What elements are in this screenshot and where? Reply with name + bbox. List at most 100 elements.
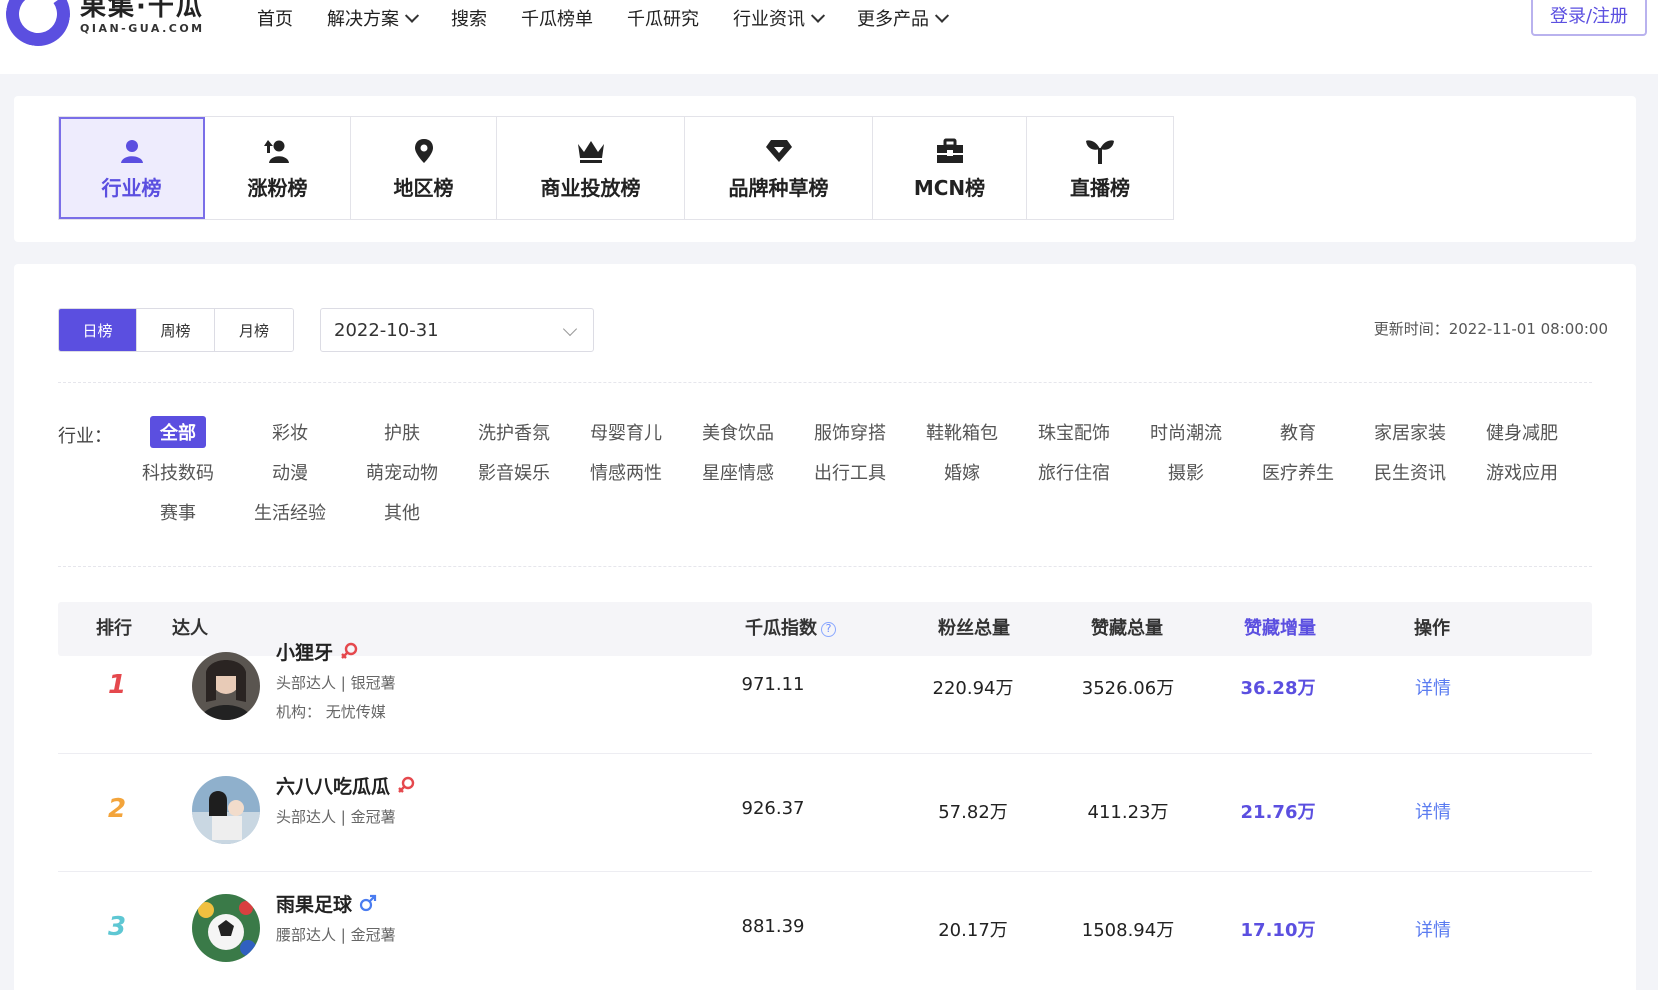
- industry-option-label: 美食饮品: [702, 423, 774, 444]
- industry-option-label: 民生资讯: [1374, 463, 1446, 484]
- industry-option[interactable]: 彩妆: [234, 416, 346, 448]
- rank-type-card: 行业榜 涨粉榜 地区榜 商业投放榜 品牌种草榜 MCN榜 直播榜: [14, 96, 1636, 242]
- logo[interactable]: 果集·千瓜 QIAN-GUA.COM: [0, 0, 205, 52]
- industry-label: 行业：: [58, 426, 112, 447]
- nav-item-3[interactable]: 千瓜榜单: [504, 6, 610, 34]
- industry-option[interactable]: 赛事: [122, 496, 234, 528]
- industry-option[interactable]: 洗护香氛: [458, 416, 570, 448]
- chevron-down-icon: [934, 8, 950, 23]
- industry-option[interactable]: 教育: [1242, 416, 1354, 448]
- industry-option[interactable]: 生活经验: [234, 496, 346, 528]
- industry-option-label: 动漫: [272, 463, 308, 484]
- rank-tab-0[interactable]: 行业榜: [59, 117, 205, 219]
- kol-name[interactable]: 小狸牙: [276, 638, 359, 666]
- industry-option[interactable]: 护肤: [346, 416, 458, 448]
- industry-option[interactable]: 影音娱乐: [458, 456, 570, 488]
- divider: [58, 566, 1592, 567]
- industry-option[interactable]: 全部: [122, 416, 234, 448]
- industry-option-label: 洗护香氛: [478, 423, 550, 444]
- chevron-down-icon: [810, 8, 826, 23]
- nav-item-1[interactable]: 解决方案: [310, 6, 434, 34]
- industry-option-label: 教育: [1280, 423, 1316, 444]
- industry-option[interactable]: 家居家装: [1354, 416, 1466, 448]
- period-button-2[interactable]: 月榜: [215, 309, 293, 351]
- table-row[interactable]: 1 小狸牙 头部达人 | 银冠薯 机构： 无忧传媒 971.11 220.94万 3526.…: [58, 620, 1592, 754]
- industry-option[interactable]: 星座情感: [682, 456, 794, 488]
- industry-option[interactable]: 鞋靴箱包: [906, 416, 1018, 448]
- login-register-button[interactable]: 登录/注册: [1531, 0, 1647, 36]
- likes-total: 3526.06万: [1081, 678, 1175, 699]
- avatar[interactable]: [192, 776, 260, 844]
- nav-item-4[interactable]: 千瓜研究: [610, 6, 716, 34]
- industry-option-label: 医疗养生: [1262, 463, 1334, 484]
- qiangua-index: 971.11: [741, 674, 805, 695]
- female-icon: [339, 641, 359, 666]
- likes-growth: 17.10万: [1240, 920, 1316, 941]
- industry-option[interactable]: 萌宠动物: [346, 456, 458, 488]
- rank-tab-1[interactable]: 涨粉榜: [205, 117, 351, 219]
- industry-option[interactable]: 情感两性: [570, 456, 682, 488]
- likes-growth: 21.76万: [1240, 802, 1316, 823]
- industry-option-label: 其他: [384, 503, 420, 524]
- rank-tab-6[interactable]: 直播榜: [1027, 117, 1173, 219]
- industry-option[interactable]: 其他: [346, 496, 458, 528]
- nav-item-label: 更多产品: [857, 9, 929, 30]
- nav-item-6[interactable]: 更多产品: [840, 6, 964, 34]
- nav-item-5[interactable]: 行业资讯: [716, 6, 840, 34]
- industry-option[interactable]: 健身减肥: [1466, 416, 1578, 448]
- industry-option-label: 健身减肥: [1486, 423, 1558, 444]
- rank-tab-4[interactable]: 品牌种草榜: [685, 117, 873, 219]
- date-picker[interactable]: 2022-10-31: [320, 308, 594, 352]
- industry-option[interactable]: 民生资讯: [1354, 456, 1466, 488]
- diamond-icon: [764, 136, 794, 166]
- industry-option-label: 全部: [150, 416, 206, 448]
- detail-link[interactable]: 详情: [1393, 674, 1473, 700]
- kol-level: 头部达人 | 银冠薯: [276, 674, 396, 692]
- industry-option[interactable]: 动漫: [234, 456, 346, 488]
- avatar[interactable]: [192, 894, 260, 962]
- industry-option[interactable]: 游戏应用: [1466, 456, 1578, 488]
- kol-name[interactable]: 六八八吃瓜瓜: [276, 772, 416, 800]
- industry-option[interactable]: 出行工具: [794, 456, 906, 488]
- rank-tab-2[interactable]: 地区榜: [351, 117, 497, 219]
- kol-level: 头部达人 | 金冠薯: [276, 808, 396, 826]
- rank-tab-3[interactable]: 商业投放榜: [497, 117, 685, 219]
- table-row[interactable]: 3 雨果足球 腰部达人 | 金冠薯 881.39 20.17万 1508.94万 17.10…: [58, 872, 1592, 990]
- logo-en: QIAN-GUA.COM: [80, 22, 205, 35]
- industry-option-label: 情感两性: [590, 463, 662, 484]
- avatar[interactable]: [192, 652, 260, 720]
- table-row[interactable]: 2 六八八吃瓜瓜 头部达人 | 金冠薯 926.37 57.82万 411.23万 21.7…: [58, 754, 1592, 872]
- likes-total: 411.23万: [1087, 802, 1169, 823]
- period-toggle: 日榜 周榜 月榜: [58, 308, 294, 352]
- industry-option-label: 家居家装: [1374, 423, 1446, 444]
- fans-total: 57.82万: [938, 802, 1008, 823]
- kol-name-text: 小狸牙: [276, 642, 334, 664]
- industry-option[interactable]: 美食饮品: [682, 416, 794, 448]
- industry-option[interactable]: 科技数码: [122, 456, 234, 488]
- detail-link[interactable]: 详情: [1393, 916, 1473, 942]
- period-button-1[interactable]: 周榜: [137, 309, 215, 351]
- nav-item-label: 千瓜榜单: [521, 9, 593, 30]
- rank-tab-5[interactable]: MCN榜: [873, 117, 1027, 219]
- nav-item-2[interactable]: 搜索: [434, 6, 504, 34]
- industry-option-label: 服饰穿搭: [814, 423, 886, 444]
- detail-link[interactable]: 详情: [1393, 798, 1473, 824]
- period-button-0[interactable]: 日榜: [59, 309, 137, 351]
- industry-option[interactable]: 珠宝配饰: [1018, 416, 1130, 448]
- qiangua-index: 926.37: [741, 798, 805, 819]
- industry-option[interactable]: 摄影: [1130, 456, 1242, 488]
- industry-option[interactable]: 母婴育儿: [570, 416, 682, 448]
- industry-option[interactable]: 医疗养生: [1242, 456, 1354, 488]
- fans-total: 220.94万: [932, 678, 1014, 699]
- industry-option[interactable]: 旅行住宿: [1018, 456, 1130, 488]
- industry-option-label: 星座情感: [702, 463, 774, 484]
- nav-item-label: 解决方案: [327, 9, 399, 30]
- industry-option[interactable]: 时尚潮流: [1130, 416, 1242, 448]
- industry-option[interactable]: 婚嫁: [906, 456, 1018, 488]
- rank-tab-label: 品牌种草榜: [728, 175, 829, 200]
- kol-name[interactable]: 雨果足球: [276, 890, 378, 918]
- nav-item-0[interactable]: 首页: [240, 6, 310, 34]
- industry-option[interactable]: 服饰穿搭: [794, 416, 906, 448]
- female-icon: [396, 775, 416, 800]
- rank-tab-label: MCN榜: [913, 175, 986, 200]
